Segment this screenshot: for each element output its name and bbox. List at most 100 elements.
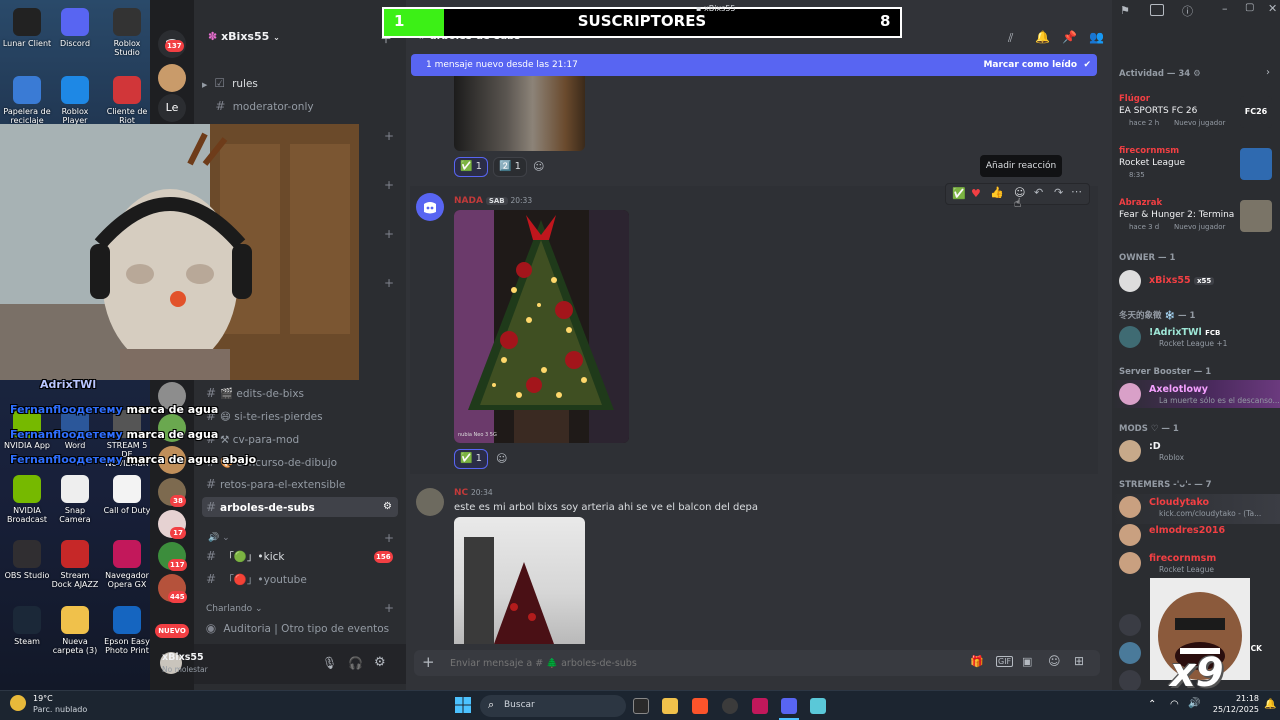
member-avatar[interactable] xyxy=(1119,440,1141,462)
desktop-icon[interactable]: Nueva carpeta (3) xyxy=(50,606,100,655)
reply-icon[interactable]: ↶ xyxy=(1034,186,1043,199)
pin-icon[interactable]: 📌 xyxy=(1062,30,1077,44)
member-name[interactable]: Axelotlowy xyxy=(1149,384,1208,395)
clock-time[interactable]: 21:18 xyxy=(1219,694,1259,703)
desktop-icon[interactable]: Call of Duty xyxy=(102,475,150,515)
member-avatar[interactable] xyxy=(1119,326,1141,348)
desktop-icon[interactable]: Steam xyxy=(2,606,52,646)
channel-arboles-de-subs[interactable]: # arboles-de-subs ⚙ xyxy=(202,497,398,517)
christmas-tree-image[interactable]: nubia Neo 3 5G xyxy=(454,210,629,443)
minimize-icon[interactable]: – xyxy=(1222,2,1228,15)
message-input[interactable] xyxy=(450,655,900,671)
weather-icon[interactable] xyxy=(10,695,26,711)
channel-si-te-ries-pierdes[interactable]: # 😄 si-te-ries-pierdes xyxy=(202,406,398,426)
brave-icon[interactable] xyxy=(692,698,708,714)
member-name[interactable]: !AdrixTWl FCB xyxy=(1149,327,1220,338)
inbox-icon[interactable]: ⚑ xyxy=(1120,4,1130,17)
channel-kick[interactable]: # 「🟢」•kick xyxy=(202,546,398,566)
chevron-right-icon[interactable]: › xyxy=(1266,67,1270,78)
desktop-icon[interactable]: Stream Dock AJAZZ xyxy=(50,540,100,589)
taskbar-search[interactable]: ⌕ Buscar xyxy=(480,695,626,717)
forward-icon[interactable]: ↷ xyxy=(1054,186,1063,199)
headphones-icon[interactable]: 🎧 xyxy=(348,656,363,670)
member-name[interactable]: firecornmsm xyxy=(1149,553,1216,564)
add-channel-icon[interactable]: + xyxy=(384,601,394,615)
member-name[interactable]: :D xyxy=(1149,441,1161,452)
reaction-check[interactable]: ✅ 1 xyxy=(454,157,489,177)
desktop-icon[interactable]: NVIDIA Broadcast xyxy=(2,475,52,524)
member-name[interactable]: Cloudytako xyxy=(1149,497,1209,508)
member-name[interactable]: xBixs55 x55 xyxy=(1149,275,1215,286)
desktop-icon[interactable]: Navegador Opera GX xyxy=(102,540,150,589)
add-channel-icon[interactable]: + xyxy=(384,129,394,143)
activity-card[interactable]: Abrazrak Fear & Hunger 2: Termina hace 3 d… xyxy=(1112,196,1280,240)
desktop-icon[interactable]: Roblox Studio xyxy=(102,8,150,57)
add-reaction-icon[interactable]: ☺ xyxy=(533,160,544,173)
member-avatar[interactable] xyxy=(1119,496,1141,518)
add-reaction-icon[interactable]: ☺ xyxy=(496,452,507,465)
desktop-icon[interactable]: OBS Studio xyxy=(2,540,52,580)
channel-settings-icon[interactable]: ⚙ xyxy=(383,497,392,517)
obs-icon[interactable] xyxy=(722,698,738,714)
author-avatar[interactable] xyxy=(416,488,444,516)
emoji-icon[interactable]: ☺ xyxy=(1048,654,1061,668)
apps-icon[interactable]: ⊞ xyxy=(1074,654,1084,668)
member-avatar[interactable] xyxy=(1119,524,1141,546)
reaction-check[interactable]: ✅ 1 xyxy=(454,449,489,469)
desktop-icon[interactable]: Cliente de Riot xyxy=(102,76,150,125)
file-explorer-icon[interactable] xyxy=(662,698,678,714)
desktop-icon[interactable]: Roblox Player xyxy=(50,76,100,125)
notifications-icon[interactable]: 🔔 xyxy=(1264,699,1276,710)
screen-icon[interactable] xyxy=(1150,4,1164,16)
author-name[interactable]: NADA xyxy=(454,196,483,206)
channel-edits-de-bixs[interactable]: # 🎬 edits-de-bixs xyxy=(202,383,398,403)
plus-icon[interactable]: + xyxy=(422,653,435,671)
add-channel-icon[interactable]: + xyxy=(384,178,394,192)
members-icon[interactable]: 👥 xyxy=(1089,30,1104,44)
close-icon[interactable]: ✕ xyxy=(1268,2,1277,15)
threads-icon[interactable]: ⫽ xyxy=(1008,31,1013,46)
category-charlando[interactable]: Charlando ⌄ xyxy=(206,604,263,614)
gif-icon[interactable]: GIF xyxy=(996,656,1014,667)
desktop-icon[interactable]: Snap Camera xyxy=(50,475,100,524)
desktop-icon[interactable]: Papelera de reciclaje xyxy=(2,76,52,125)
channel-moderator-only[interactable]: # moderator-only xyxy=(202,96,398,116)
notepad-icon[interactable] xyxy=(810,698,826,714)
channel-cv-para-mod[interactable]: # ⚒ cv-para-mod xyxy=(202,429,398,449)
member-avatar[interactable] xyxy=(1119,642,1141,664)
task-view-icon[interactable] xyxy=(633,698,649,714)
server-header[interactable]: ✽ xBixs55 ⌄ xyxy=(208,30,280,43)
weather-temp[interactable]: 19°C xyxy=(33,694,53,703)
member-avatar[interactable] xyxy=(1119,670,1141,692)
settings-gear-icon[interactable]: ⚙ xyxy=(374,655,386,670)
channel-youtube[interactable]: # 「🔴」•youtube xyxy=(202,569,398,589)
bell-icon[interactable]: 🔔 xyxy=(1035,30,1050,44)
desktop-icon[interactable]: Lunar Client xyxy=(2,8,52,48)
activity-card[interactable]: firecornmsm Rocket League 8:35 xyxy=(1112,144,1280,188)
add-channel-icon[interactable]: + xyxy=(384,276,394,290)
server-avatar[interactable] xyxy=(158,64,186,92)
add-channel-icon[interactable]: + xyxy=(384,227,394,241)
server-le[interactable]: Le xyxy=(158,94,186,122)
sticker-icon[interactable]: ▣ xyxy=(1022,655,1032,668)
new-messages-banner[interactable]: 1 mensaje nuevo desde las 21:17 Marcar c… xyxy=(411,54,1097,76)
message-image[interactable] xyxy=(454,517,585,644)
tray-chevron-icon[interactable]: ⌃ xyxy=(1148,699,1156,710)
mark-read-button[interactable]: Marcar como leído xyxy=(983,54,1077,76)
member-avatar[interactable] xyxy=(1119,614,1141,636)
activity-card[interactable]: Flúgor EA SPORTS FC 26 hace 2 h Nuevo jugad… xyxy=(1112,92,1280,136)
add-channel-icon[interactable]: + xyxy=(384,531,394,545)
desktop-icon[interactable]: Epson Easy Photo Print xyxy=(102,606,150,655)
more-icon[interactable]: ⋯ xyxy=(1071,185,1082,198)
discord-icon[interactable] xyxy=(781,698,797,714)
gift-icon[interactable]: 🎁 xyxy=(970,655,984,668)
member-avatar[interactable] xyxy=(1119,270,1141,292)
volume-icon[interactable]: 🔊 xyxy=(1188,698,1200,709)
reaction-two[interactable]: 2️⃣ 1 xyxy=(493,157,528,177)
channel-rules[interactable]: ▶ ☑ rules xyxy=(202,73,398,93)
heart-icon[interactable]: ♥ xyxy=(971,187,981,200)
help-icon[interactable]: ⓘ xyxy=(1182,3,1193,19)
desktop-icon[interactable]: Discord xyxy=(50,8,100,48)
member-avatar[interactable] xyxy=(1119,383,1141,405)
author-name[interactable]: NC xyxy=(454,488,468,498)
